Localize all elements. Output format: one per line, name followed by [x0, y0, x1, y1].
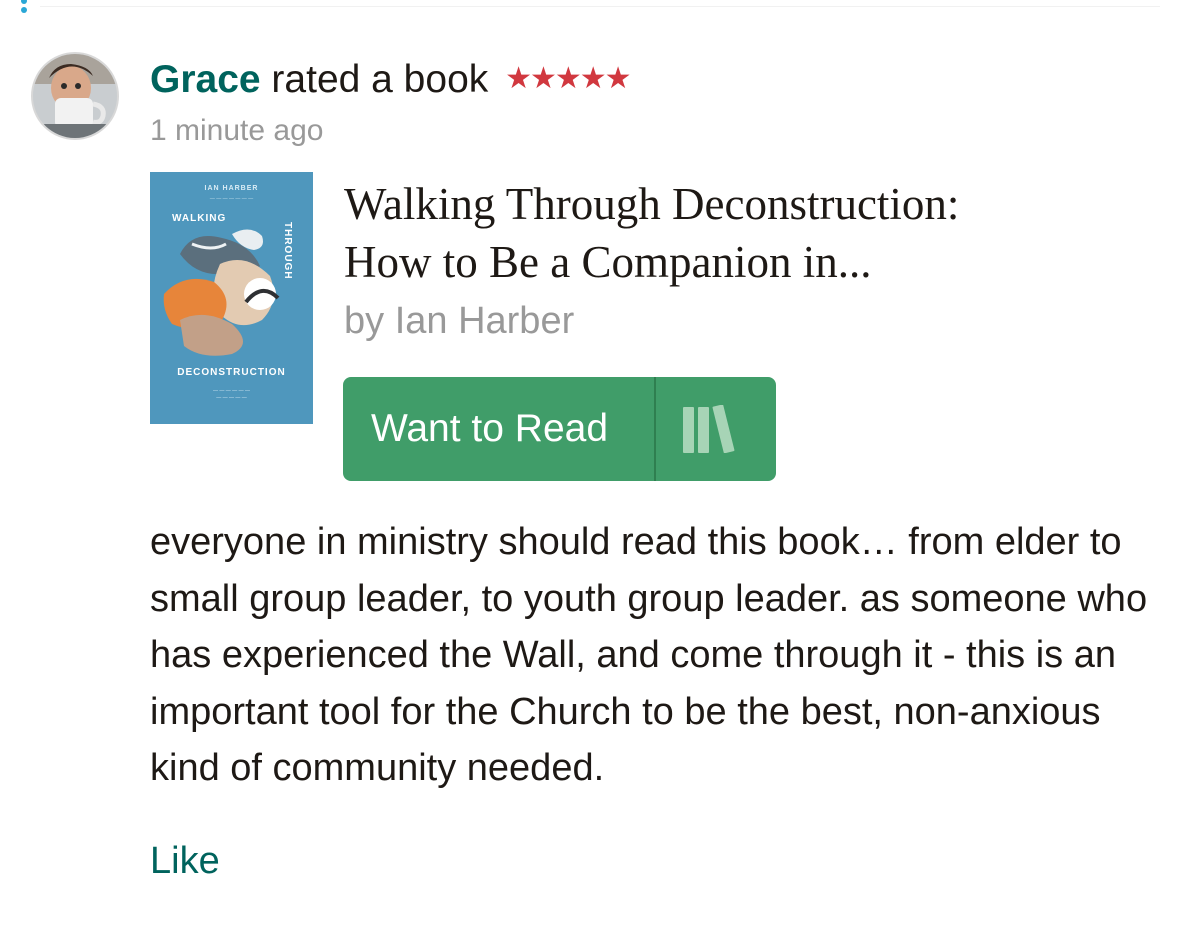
cover-title-walking: WALKING — [172, 213, 227, 224]
user-name-link[interactable]: Grace — [150, 58, 261, 101]
avatar[interactable] — [31, 52, 119, 140]
cover-illustration — [163, 229, 280, 356]
cover-subauthor-line: — — — — — — — — [209, 196, 254, 202]
star-rating: ★★★★★ — [505, 62, 631, 95]
scroll-indicator-dot — [21, 0, 27, 4]
review-text: everyone in ministry should read this bo… — [150, 521, 1148, 789]
cover-title-through: THROUGH — [282, 222, 293, 280]
update-header: Grace rated a book ★★★★★ — [150, 55, 632, 104]
update-action-text: rated a book — [260, 58, 500, 101]
book-title-link[interactable]: Walking Through Deconstruction: How to B… — [344, 175, 1104, 291]
update-timestamp[interactable]: 1 minute ago — [150, 112, 323, 150]
user-photo — [33, 54, 117, 138]
divider — [40, 6, 1160, 7]
want-to-read-button[interactable]: Want to Read — [343, 377, 776, 481]
cover-subtitle-lines: — — — — — — — — — — — — [213, 388, 250, 401]
book-author[interactable]: by Ian Harber — [344, 298, 574, 344]
book-title-line: Walking Through Deconstruction: — [344, 179, 960, 229]
shelf-dropdown-button[interactable] — [656, 377, 776, 481]
book-title-line: How to Be a Companion in... — [344, 237, 872, 287]
scroll-indicator-dot — [21, 7, 27, 13]
want-to-read-label: Want to Read — [371, 407, 609, 450]
cover-author-text: IAN HARBER — [204, 185, 259, 192]
bookshelf-icon — [683, 405, 735, 453]
like-button[interactable]: Like — [150, 838, 220, 884]
cover-title-deconstruction: DECONSTRUCTION — [177, 367, 286, 378]
book-cover[interactable]: IAN HARBER — — — — — — — WALKING THROUGH… — [150, 172, 313, 424]
